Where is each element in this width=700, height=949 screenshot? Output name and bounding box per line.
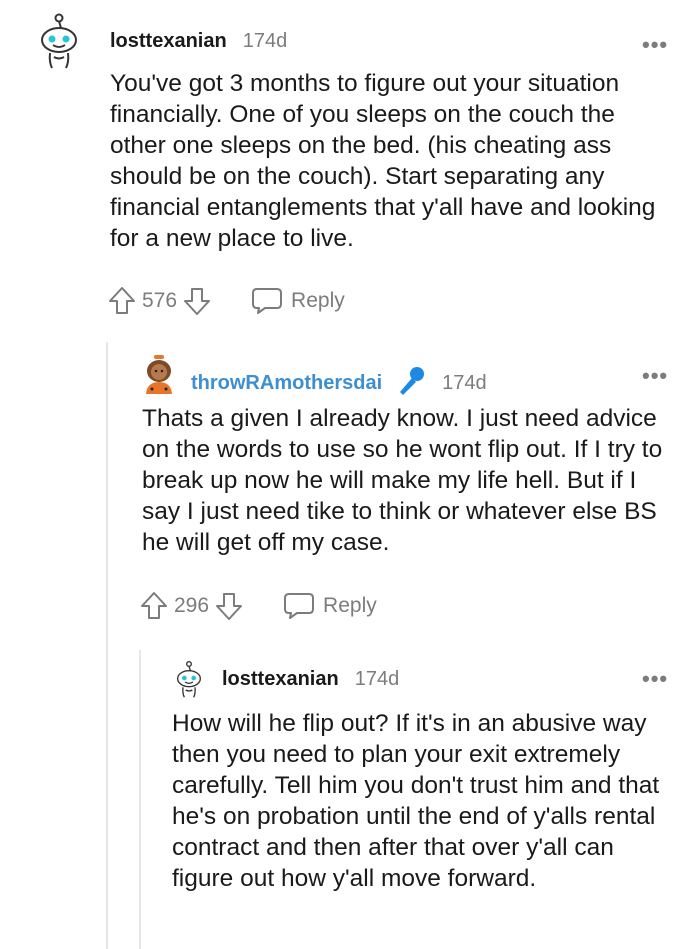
downvote-icon[interactable] [183, 286, 211, 316]
reply-label: Reply [323, 594, 377, 617]
user-avatar-icon[interactable] [140, 354, 178, 396]
comment-body: How will he flip out? If it's in an abus… [172, 710, 660, 892]
reply-label: Reply [291, 289, 345, 312]
timestamp: 174d [354, 668, 400, 690]
upvote-icon[interactable] [108, 286, 136, 316]
comment-meta: throwRAmothersdai 174d [191, 365, 487, 402]
thread-line[interactable] [106, 342, 108, 949]
downvote-icon[interactable] [215, 591, 243, 621]
comment-meta: losttexanian 174d [222, 668, 399, 691]
username[interactable]: losttexanian [110, 30, 227, 53]
timestamp: 174d [442, 372, 487, 394]
microphone-icon [396, 365, 426, 402]
comment-actions: 576 Reply [108, 286, 345, 316]
upvote-icon[interactable] [140, 591, 168, 621]
username[interactable]: throwRAmothersdai [191, 372, 382, 395]
snoo-avatar-icon[interactable] [38, 12, 80, 72]
reply-button[interactable]: Reply [251, 287, 345, 315]
comment-bubble-icon [284, 593, 315, 619]
comment-body: You've got 3 months to figure out your s… [110, 70, 656, 252]
comment-actions: 296 Reply [140, 591, 377, 621]
vote-score: 576 [142, 289, 178, 312]
snoo-avatar-icon[interactable] [174, 660, 204, 700]
vote-score: 296 [174, 594, 210, 617]
comment-body: Thats a given I already know. I just nee… [142, 405, 663, 556]
reply-button[interactable]: Reply [283, 592, 377, 620]
comment-meta: losttexanian 174d [110, 30, 287, 53]
username[interactable]: losttexanian [222, 668, 339, 691]
timestamp: 174d [242, 30, 288, 52]
more-options-icon[interactable]: ••• [642, 34, 668, 56]
thread-line[interactable] [139, 650, 141, 949]
more-options-icon[interactable]: ••• [642, 668, 668, 690]
more-options-icon[interactable]: ••• [642, 365, 668, 387]
comment-bubble-icon [252, 288, 283, 314]
